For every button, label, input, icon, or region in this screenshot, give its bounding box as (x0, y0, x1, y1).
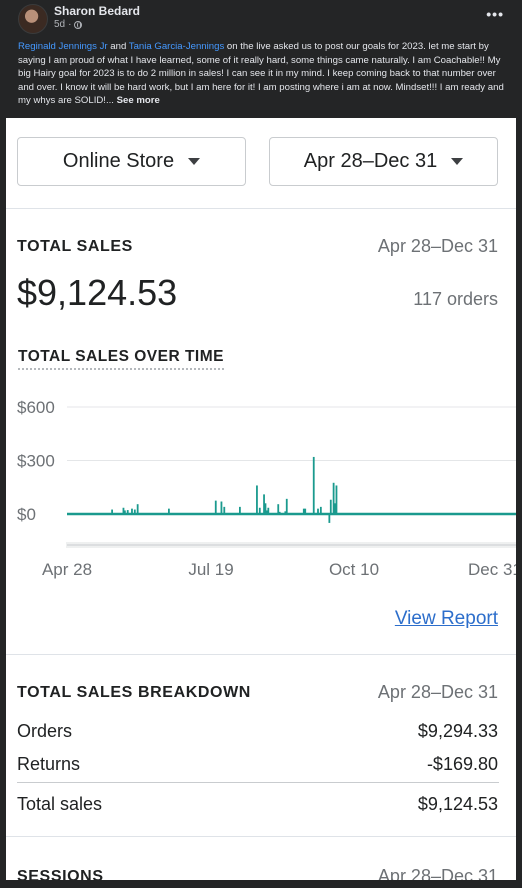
chart-bar (319, 506, 322, 514)
globe-icon (74, 20, 83, 29)
date-range-dropdown[interactable]: Apr 28–Dec 31 (269, 137, 498, 186)
post-time[interactable]: 5d (54, 19, 65, 30)
y-tick-label: $600 (17, 398, 55, 417)
chart-bar (329, 499, 332, 514)
divider (6, 208, 516, 209)
chart-bar (267, 507, 270, 514)
total-sales-amount: $9,124.53 (17, 272, 178, 313)
chart-bar (312, 456, 315, 514)
total-sales-label: TOTAL SALES (17, 238, 133, 255)
date-range-label: Apr 28–Dec 31 (303, 150, 438, 172)
y-tick-label: $300 (17, 452, 55, 471)
analytics-screenshot: Online Store Apr 28–Dec 31 TOTAL SALES A… (6, 118, 516, 880)
channel-dropdown-label: Online Store (62, 150, 175, 172)
facebook-post-header: Sharon Bedard 5d · ••• Reginald Jennings… (0, 0, 522, 118)
chart-bar (168, 508, 170, 514)
chart-bar (256, 485, 258, 514)
channel-dropdown[interactable]: Online Store (17, 137, 246, 186)
chart-bar (136, 504, 139, 514)
frame-border (0, 880, 522, 888)
author-avatar[interactable] (18, 4, 48, 34)
chart-bar (214, 500, 217, 514)
sessions-label: SESSIONS (17, 868, 104, 880)
chart-bar (258, 507, 261, 514)
x-tick-label: Apr 28 (42, 560, 92, 579)
more-options-icon[interactable]: ••• (486, 6, 504, 22)
breakdown-row-value: -$169.80 (426, 754, 498, 774)
chart-bar (278, 511, 281, 514)
breakdown-total-value: $9,124.53 (417, 794, 498, 814)
tag-reginald[interactable]: Reginald Jennings Jr (18, 41, 108, 52)
chart-bar (304, 508, 307, 514)
chart-bar (131, 508, 133, 514)
view-report-link[interactable]: View Report (395, 608, 498, 630)
breakdown-label: TOTAL SALES BREAKDOWN (17, 684, 251, 701)
chart-bar (111, 509, 113, 514)
author-name[interactable]: Sharon Bedard (54, 4, 140, 18)
sessions-range: Apr 28–Dec 31 (377, 866, 498, 880)
tag-tania[interactable]: Tania Garcia-Jennings (129, 41, 224, 52)
chart-bar (123, 510, 126, 514)
orders-count: 117 orders (413, 289, 498, 309)
x-tick-label: Dec 31 (468, 560, 516, 579)
sales-over-time-title[interactable]: TOTAL SALES OVER TIME (18, 348, 224, 370)
chart-bar (220, 501, 223, 514)
breakdown-row-value: $9,294.33 (417, 721, 498, 741)
x-tick-label: Jul 19 (188, 560, 233, 579)
divider (6, 836, 516, 837)
divider (6, 654, 516, 655)
chart-bar (126, 510, 129, 514)
chevron-down-icon (188, 158, 201, 165)
post-meta: 5d · (54, 19, 83, 30)
see-more-link[interactable]: See more (117, 95, 160, 106)
breakdown-row-label: Orders (17, 721, 73, 741)
x-tick-label: Oct 10 (329, 560, 379, 579)
y-tick-label: $0 (17, 505, 36, 524)
chart-bar (239, 506, 241, 514)
chart-bar (285, 498, 288, 514)
breakdown-rule (17, 782, 499, 783)
breakdown-range: Apr 28–Dec 31 (377, 682, 498, 702)
chart-bar (328, 514, 331, 523)
breakdown-row-label: Returns (17, 754, 81, 774)
chart-bar (223, 506, 226, 514)
chart-bar (133, 509, 136, 514)
chevron-down-icon (451, 158, 464, 165)
chart-bar (335, 485, 338, 514)
breakdown-total-label: Total sales (17, 794, 103, 814)
chart-bar (317, 508, 319, 514)
post-text: Reginald Jennings Jr and Tania Garcia-Je… (18, 41, 504, 107)
sales-over-time-chart: $600 $300 $0 Apr 28 Jul 19 Oct 10 Dec 31 (17, 398, 516, 579)
total-sales-range: Apr 28–Dec 31 (377, 236, 498, 256)
